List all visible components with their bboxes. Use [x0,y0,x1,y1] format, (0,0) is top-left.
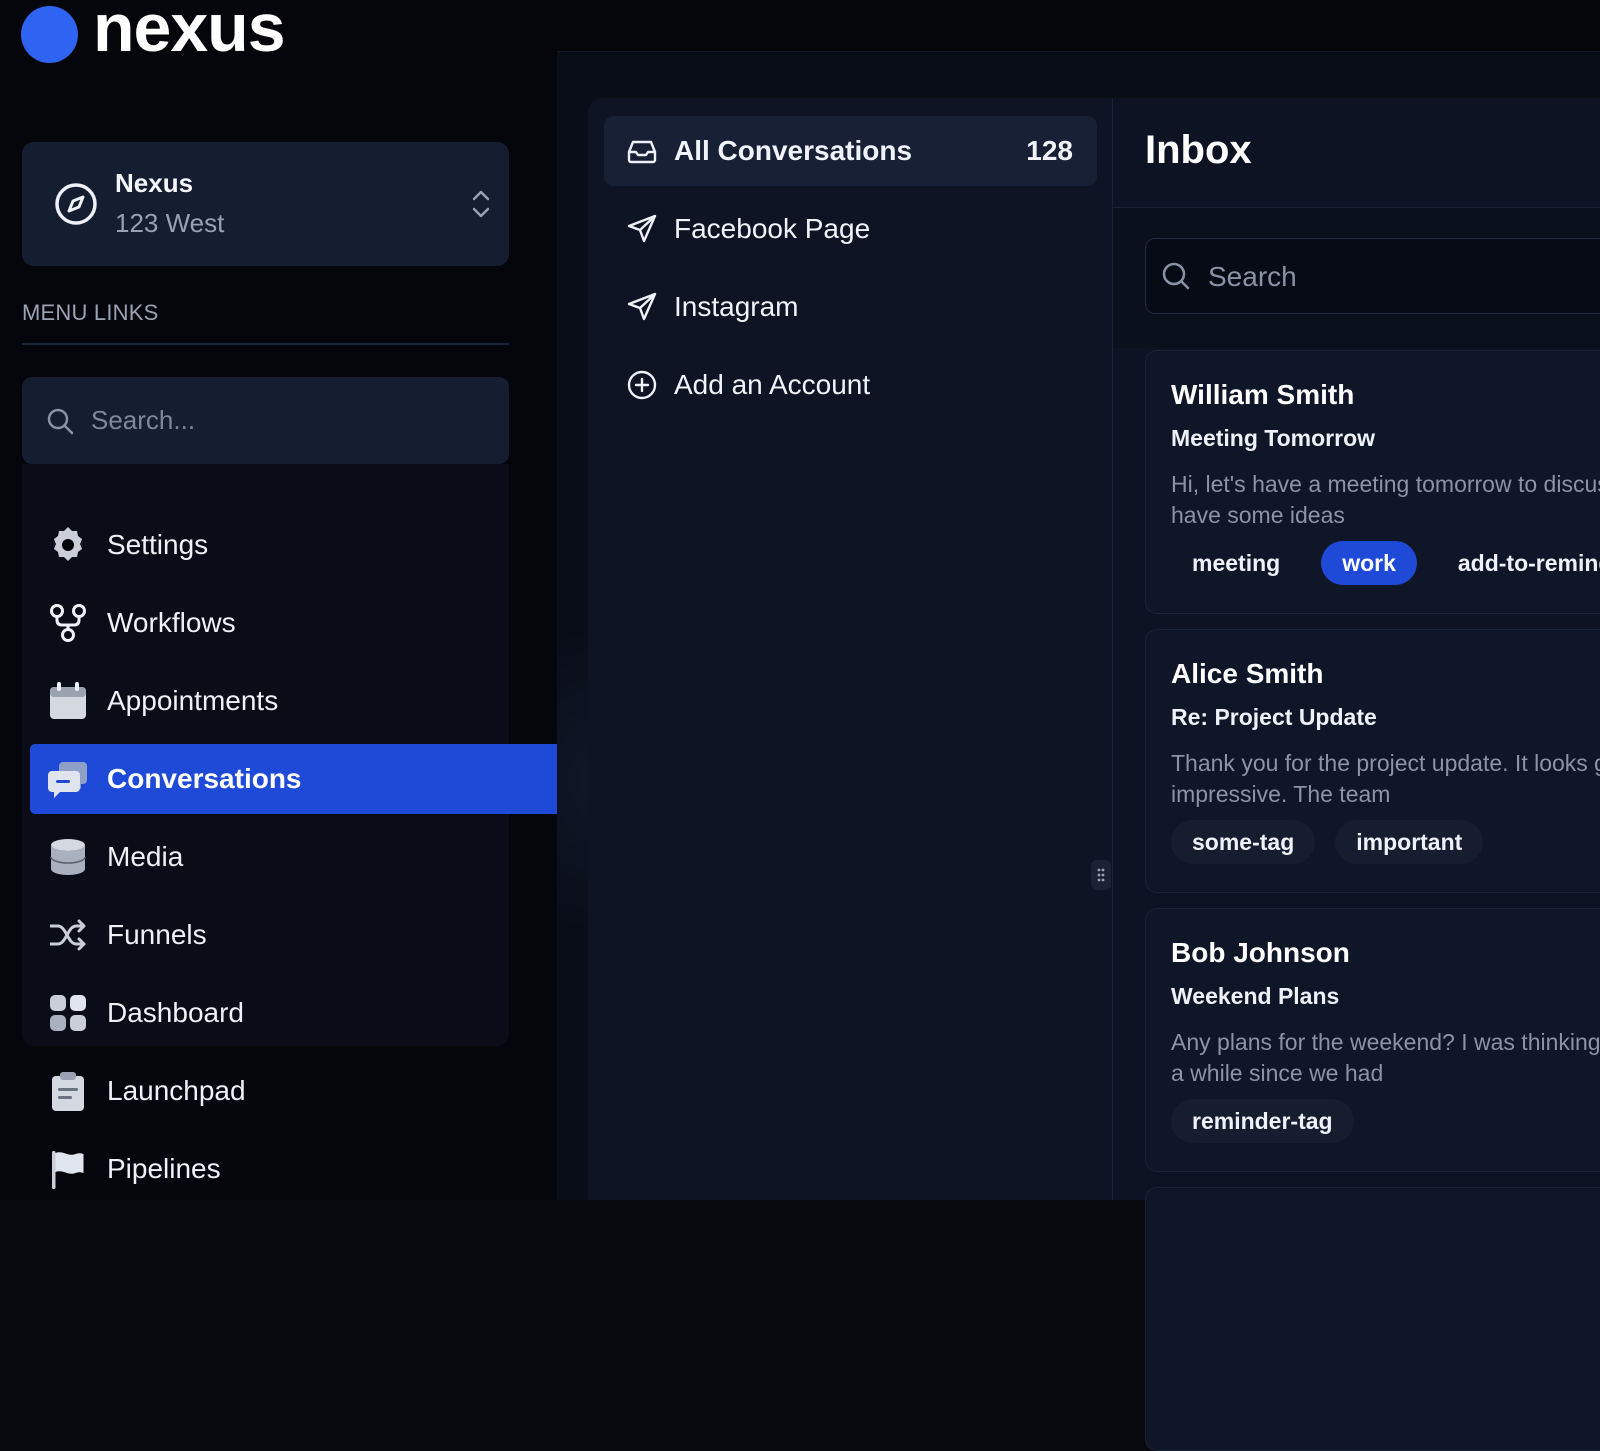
sidebar-item-label: Funnels [107,919,207,950]
message-preview: Any plans for the weekend? I was thinkin… [1171,1029,1600,1086]
sidebar-item-pipelines[interactable]: Pipelines [30,1134,557,1200]
message-subject: Weekend Plans [1171,983,1340,1009]
inbox-search-bar: Search [1113,208,1600,348]
channel-all-conversations[interactable]: All Conversations 128 [604,116,1097,186]
flag-icon [46,1147,90,1191]
sidebar-item-label: Appointments [107,685,279,716]
calendar-icon [46,679,90,723]
channel-label: Instagram [674,291,799,322]
search-icon [1162,262,1190,290]
app-sidebar: nexus Nexus 123 West MENU LINKS Search..… [0,0,557,1200]
database-icon [46,835,90,879]
tag-badge[interactable]: work [1321,541,1417,585]
sidebar-item-appointments[interactable]: Appointments [30,666,557,736]
sidebar-item-workflows[interactable]: Workflows [30,588,557,658]
sidebar-item-label: Media [107,841,184,872]
workflow-icon [46,601,90,645]
send-icon [627,214,657,243]
add-account-button[interactable]: Add an Account [604,350,1097,420]
sidebar-item-label: Dashboard [107,997,244,1028]
plus-circle-icon [627,370,657,400]
message-card[interactable]: Alice Smith Re: Project Update Thank you… [1145,629,1600,893]
conversation-count: 128 [1026,135,1073,166]
sidebar-item-launchpad[interactable]: Launchpad [30,1056,557,1126]
grid-icon [46,991,90,1035]
message-preview: Hi, let's have a meeting tomorrow to dis… [1171,471,1600,528]
tag-badge[interactable]: some-tag [1171,820,1316,864]
sender-name: Bob Johnson [1171,937,1350,968]
channel-label: Facebook Page [674,213,871,244]
drag-dots-icon [1097,868,1105,882]
channel-label: Add an Account [674,369,871,400]
compass-icon [55,183,97,225]
top-bar [557,0,1600,52]
tag-badge[interactable]: meeting [1171,541,1301,585]
message-subject: Re: Project Update [1171,704,1377,730]
sidebar-item-label: Settings [107,529,209,560]
message-card[interactable] [1145,1187,1600,1451]
search-icon [47,408,74,435]
clipboard-icon [46,1069,90,1113]
page-title: Inbox [1145,128,1252,172]
inbox-panel: Inbox Search William Smith Meeting Tomor… [1113,98,1600,1451]
shuffle-icon [46,913,90,957]
sidebar-item-label: Conversations [107,763,302,794]
sidebar-item-media[interactable]: Media [30,822,557,892]
gear-icon [46,523,90,567]
sidebar-item-label: Launchpad [107,1075,246,1106]
channel-list: All Conversations 128 Facebook Page Inst… [588,98,1113,1200]
inbox-search-input[interactable]: Search [1145,238,1600,314]
main-area: All Conversations 128 Facebook Page Inst… [557,0,1600,1451]
sender-name: William Smith [1171,379,1355,410]
sidebar-item-label: Workflows [107,607,236,638]
account-address: 123 West [115,208,225,238]
sidebar-item-label: Pipelines [107,1153,221,1184]
tag-list: some-tag important [1171,820,1484,864]
tag-badge[interactable]: reminder-tag [1171,1099,1354,1143]
sender-name: Alice Smith [1171,658,1324,689]
message-card[interactable]: Bob Johnson Weekend Plans Any plans for … [1145,908,1600,1172]
sidebar-search-input[interactable]: Search... [22,377,509,464]
menu-links-heading: MENU LINKS [22,300,159,325]
sidebar-item-settings[interactable]: Settings [30,510,557,580]
send-icon [627,292,657,321]
channel-label: All Conversations [674,135,913,166]
message-subject: Meeting Tomorrow [1171,425,1376,451]
tag-badge[interactable]: important [1335,820,1484,864]
chevron-updown-icon [472,190,490,218]
brand-logo-icon [21,6,78,63]
brand-name: nexus [93,0,286,66]
inbox-search-placeholder: Search [1208,261,1297,292]
channel-instagram[interactable]: Instagram [604,272,1097,342]
tag-list: meeting work add-to-reminder [1171,541,1600,585]
sidebar-search-placeholder: Search... [91,405,196,435]
sidebar-item-dashboard[interactable]: Dashboard [30,978,557,1048]
sidebar-item-funnels[interactable]: Funnels [30,900,557,970]
account-switcher[interactable]: Nexus 123 West [22,142,509,266]
tag-list: reminder-tag [1171,1099,1354,1143]
sidebar-item-conversations[interactable]: Conversations [30,744,557,814]
inbox-header: Inbox [1113,98,1600,208]
divider [22,343,509,345]
message-card[interactable]: William Smith Meeting Tomorrow Hi, let's… [1145,350,1600,614]
inbox-tray-icon [627,140,657,164]
panel-resize-handle[interactable] [1091,860,1111,890]
chat-bubbles-icon [46,757,90,801]
tag-badge[interactable]: add-to-reminder [1437,541,1600,585]
channel-facebook-page[interactable]: Facebook Page [604,194,1097,264]
account-name: Nexus [115,168,194,198]
message-preview: Thank you for the project update. It loo… [1171,750,1600,807]
